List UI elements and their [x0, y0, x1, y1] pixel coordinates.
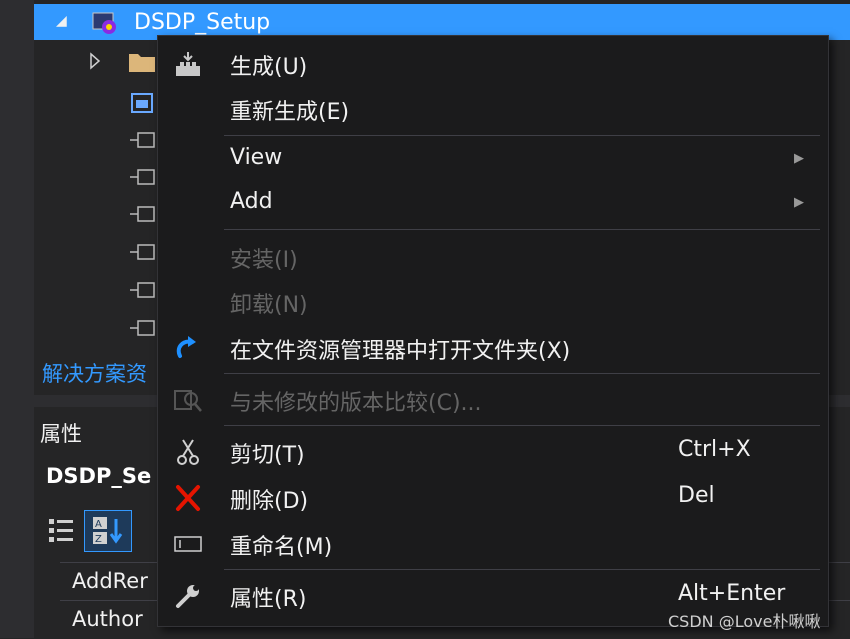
- menu-item-shortcut: Alt+Enter: [678, 581, 786, 606]
- expand-triangle-icon[interactable]: ◢: [56, 13, 67, 29]
- menu-separator: [224, 425, 820, 426]
- file-item-icon[interactable]: [128, 242, 156, 262]
- menu-item-label: 重命名(M): [230, 535, 333, 560]
- menu-item-view[interactable]: View ▶: [158, 138, 828, 182]
- solution-explorer-tab[interactable]: 解决方案资: [42, 358, 147, 388]
- compare-icon: [174, 390, 202, 412]
- file-item-icon[interactable]: [128, 167, 156, 187]
- svg-text:A: A: [95, 519, 102, 530]
- context-menu: 生成(U) 重新生成(E) View ▶ Add ▶ 安装(I) 卸载(N) 在…: [157, 35, 829, 627]
- menu-item-delete[interactable]: 删除(D) Del: [158, 476, 828, 520]
- menu-item-cut[interactable]: 剪切(T) Ctrl+X: [158, 430, 828, 474]
- menu-item-shortcut: Del: [678, 483, 715, 508]
- left-edge-strip: [0, 0, 34, 638]
- menu-item-uninstall: 卸载(N): [158, 280, 828, 324]
- property-name: AddRer: [72, 569, 148, 593]
- collapsed-triangle-icon[interactable]: [88, 52, 102, 70]
- menu-separator: [224, 569, 820, 570]
- alphabetical-sort-button[interactable]: A Z: [84, 510, 132, 552]
- file-item-icon[interactable]: [128, 130, 156, 150]
- menu-item-open-in-explorer[interactable]: 在文件资源管理器中打开文件夹(X): [158, 326, 828, 370]
- menu-item-build[interactable]: 生成(U): [158, 42, 828, 86]
- menu-separator: [224, 135, 820, 136]
- wrench-icon: [176, 585, 199, 608]
- build-icon: [176, 52, 200, 76]
- menu-item-label: 与未修改的版本比较(C)...: [230, 391, 482, 416]
- project-label: DSDP_Setup: [134, 10, 271, 35]
- menu-item-label: View: [230, 145, 283, 170]
- menu-item-label: 剪切(T): [230, 443, 305, 468]
- file-item-icon[interactable]: [128, 318, 156, 338]
- folder-icon[interactable]: [128, 50, 156, 74]
- menu-item-shortcut: Ctrl+X: [678, 437, 751, 462]
- menu-item-label: 安装(I): [230, 248, 298, 273]
- properties-object-name[interactable]: DSDP_Se: [46, 464, 151, 488]
- menu-item-label: 卸载(N): [230, 293, 308, 318]
- menu-item-install: 安装(I): [158, 235, 828, 279]
- menu-separator: [224, 373, 820, 374]
- menu-item-rename[interactable]: 重命名(M): [158, 522, 828, 566]
- watermark: CSDN @Love朴啾啾: [668, 612, 821, 631]
- menu-item-compare: 与未修改的版本比较(C)...: [158, 378, 828, 422]
- delete-x-icon: [176, 485, 200, 511]
- menu-item-label: 生成(U): [230, 55, 308, 80]
- setup-project-icon: [92, 12, 116, 34]
- menu-item-label: Add: [230, 189, 273, 214]
- property-name: Author: [72, 607, 143, 631]
- rename-icon: [174, 536, 202, 552]
- menu-item-rebuild[interactable]: 重新生成(E): [158, 87, 828, 131]
- properties-panel-title: 属性: [40, 422, 82, 446]
- categorized-view-icon[interactable]: [47, 515, 75, 545]
- submenu-arrow-icon: ▶: [794, 151, 804, 166]
- submenu-arrow-icon: ▶: [794, 195, 804, 210]
- alphabetical-sort-icon: A Z: [93, 517, 123, 545]
- output-group-icon[interactable]: [130, 92, 156, 116]
- menu-separator: [224, 229, 820, 230]
- menu-item-label: 在文件资源管理器中打开文件夹(X): [230, 339, 571, 364]
- menu-item-label: 重新生成(E): [230, 100, 350, 125]
- scissors-icon: [177, 439, 199, 465]
- open-folder-refresh-icon: [176, 336, 196, 358]
- file-item-icon[interactable]: [128, 280, 156, 300]
- menu-item-label: 属性(R): [230, 587, 307, 612]
- menu-item-add[interactable]: Add ▶: [158, 182, 828, 226]
- svg-text:Z: Z: [95, 534, 102, 545]
- file-item-icon[interactable]: [128, 204, 156, 224]
- menu-item-label: 删除(D): [230, 489, 309, 514]
